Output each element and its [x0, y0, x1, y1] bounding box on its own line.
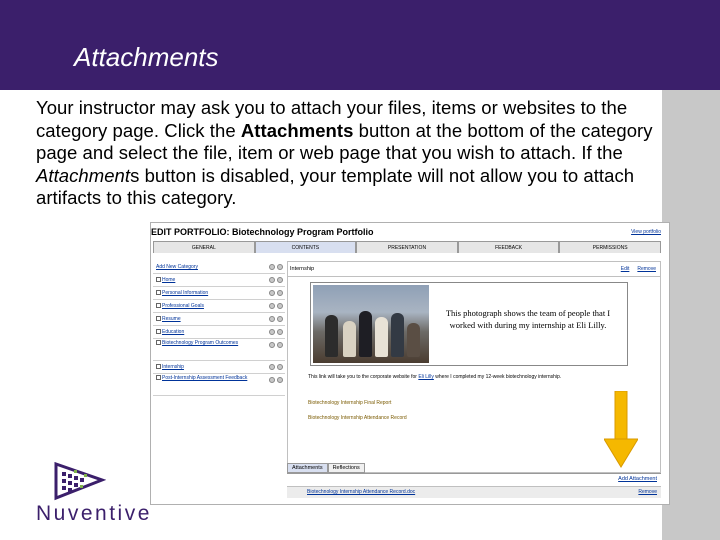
logo-mark-icon — [54, 462, 106, 501]
move-down-icon[interactable] — [277, 342, 283, 348]
view-portfolio-link[interactable]: View portfolio — [631, 229, 661, 235]
move-up-icon[interactable] — [269, 316, 275, 322]
nav-item[interactable]: Internship — [153, 361, 285, 374]
tab-permissions[interactable]: PERMISSIONS — [559, 241, 661, 253]
move-up-icon[interactable] — [269, 303, 275, 309]
instruction-paragraph: Your instructor may ask you to attach yo… — [36, 97, 666, 210]
portfolio-tabs: GENERAL CONTENTS PRESENTATION FEEDBACK P… — [153, 241, 661, 253]
nav-item-label: Internship — [162, 364, 184, 370]
checkbox-icon[interactable] — [156, 303, 161, 309]
checkbox-icon[interactable] — [156, 329, 161, 335]
nav-item[interactable]: Home — [153, 274, 285, 287]
move-up-icon[interactable] — [269, 329, 275, 335]
add-category-link[interactable]: Add New Category — [153, 261, 285, 274]
move-up-icon[interactable] — [269, 277, 275, 283]
person-figure — [343, 321, 356, 357]
edit-link[interactable]: Edit — [621, 266, 630, 272]
tab-presentation[interactable]: PRESENTATION — [356, 241, 458, 253]
attachments-tab[interactable]: Attachments — [287, 463, 328, 473]
add-category-label: Add New Category — [156, 264, 198, 270]
right-decorative-strip — [662, 90, 720, 540]
eli-lilly-link[interactable]: Eli Lilly — [418, 374, 434, 380]
tab-general[interactable]: GENERAL — [153, 241, 255, 253]
photo-card: This photograph shows the team of people… — [310, 282, 628, 366]
move-up-icon[interactable] — [269, 264, 275, 270]
nav-item-label: Education — [162, 329, 185, 335]
attachment-remove-link[interactable]: Remove — [638, 489, 657, 495]
add-attachment-button[interactable]: Add Attachment — [618, 476, 657, 482]
team-photo — [313, 285, 429, 363]
attachment-divider — [287, 473, 661, 474]
report-link[interactable]: Biotechnology Internship Final Report — [308, 400, 391, 406]
nav-item[interactable]: Personal Information — [153, 287, 285, 300]
tab-feedback[interactable]: FEEDBACK — [457, 241, 560, 253]
move-up-icon[interactable] — [269, 377, 275, 383]
report-link[interactable]: Biotechnology Internship Attendance Reco… — [308, 415, 407, 421]
move-up-icon[interactable] — [269, 342, 275, 348]
portfolio-screenshot: EDIT PORTFOLIO: Biotechnology Program Po… — [150, 222, 670, 505]
photo-caption: This photograph shows the team of people… — [445, 308, 611, 330]
category-header: Internship — [290, 266, 315, 272]
move-up-icon[interactable] — [269, 364, 275, 370]
attachment-file-link[interactable]: Biotechnology Internship Attendance Reco… — [307, 489, 415, 495]
nav-item-label: Personal Information — [162, 290, 209, 296]
move-down-icon[interactable] — [277, 316, 283, 322]
person-figure — [407, 323, 420, 357]
link-paragraph: This link will take you to the corporate… — [308, 374, 628, 381]
move-down-icon[interactable] — [277, 264, 283, 270]
attachment-row: Biotechnology Internship Attendance Reco… — [287, 486, 661, 498]
person-figure — [359, 311, 372, 357]
checkbox-icon[interactable] — [156, 340, 161, 346]
tab-contents[interactable]: CONTENTS — [254, 241, 357, 253]
nuventive-logo: Nuventive — [36, 462, 162, 526]
move-down-icon[interactable] — [277, 329, 283, 335]
link-text-after: where I completed my 12-week biotechnolo… — [433, 374, 562, 380]
nav-item-label: Professional Goals — [162, 303, 204, 309]
para-italic-attachment: Attachment — [36, 164, 131, 186]
category-nav: Add New Category Home Personal Informatio… — [153, 261, 285, 501]
logo-wordmark: Nuventive — [36, 502, 152, 525]
move-down-icon[interactable] — [277, 277, 283, 283]
move-down-icon[interactable] — [277, 290, 283, 296]
person-figure — [325, 315, 338, 357]
nav-item-label: Home — [162, 277, 176, 283]
move-down-icon[interactable] — [277, 303, 283, 309]
move-down-icon[interactable] — [277, 364, 283, 370]
person-figure — [391, 313, 404, 357]
move-up-icon[interactable] — [269, 290, 275, 296]
person-figure — [375, 317, 388, 357]
edit-portfolio-title: EDIT PORTFOLIO: Biotechnology Program Po… — [151, 227, 374, 237]
checkbox-icon[interactable] — [156, 277, 161, 283]
checkbox-icon[interactable] — [156, 375, 161, 381]
slide-title: Attachments — [74, 42, 219, 72]
checkbox-icon[interactable] — [156, 316, 161, 322]
down-arrow-icon — [604, 391, 638, 468]
nav-item[interactable]: Resume — [153, 313, 285, 326]
nav-item-label: Resume — [162, 316, 181, 322]
remove-link[interactable]: Remove — [637, 266, 656, 272]
nav-item[interactable]: Post-Internship Assessment Feedback — [153, 374, 285, 396]
nav-item[interactable]: Professional Goals — [153, 300, 285, 313]
reflections-tab[interactable]: Reflections — [327, 463, 365, 473]
category-actions: Edit Remove — [621, 266, 656, 272]
nav-item[interactable]: Biotechnology Program Outcomes — [153, 339, 285, 361]
content-divider — [288, 276, 660, 277]
move-down-icon[interactable] — [277, 377, 283, 383]
nav-item-label: Post-Internship Assessment Feedback — [162, 375, 248, 381]
nav-item-label: Biotechnology Program Outcomes — [162, 340, 239, 346]
checkbox-icon[interactable] — [156, 290, 161, 296]
attachment-tabs: Attachments Reflections — [287, 463, 365, 473]
link-text-before: This link will take you to the corporate… — [308, 374, 419, 380]
nav-item[interactable]: Education — [153, 326, 285, 339]
para-bold-attachments: Attachments — [240, 119, 354, 141]
checkbox-icon[interactable] — [156, 364, 161, 370]
